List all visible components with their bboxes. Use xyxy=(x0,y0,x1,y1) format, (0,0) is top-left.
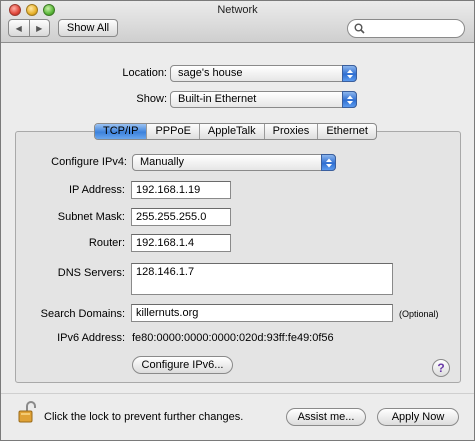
divider xyxy=(1,393,474,394)
optional-label: (Optional) xyxy=(399,309,439,319)
popup-arrows-icon xyxy=(342,65,357,82)
configure-ipv4-label: Configure IPv4: xyxy=(51,156,127,168)
location-popup[interactable]: sage's house xyxy=(170,65,357,82)
configure-ipv4-value: Manually xyxy=(140,156,185,168)
show-popup[interactable]: Built-in Ethernet xyxy=(170,91,357,108)
search-domains-field[interactable]: killernuts.org xyxy=(131,304,393,322)
back-icon[interactable]: ◀ xyxy=(9,20,29,36)
dns-servers-label: DNS Servers: xyxy=(57,267,125,279)
network-window: Network ◀ ▶ Show All Location: sage's ho… xyxy=(0,0,475,441)
ipv6-address-label: IPv6 Address: xyxy=(57,332,125,344)
tab-appletalk[interactable]: AppleTalk xyxy=(198,124,264,139)
router-field[interactable]: 192.168.1.4 xyxy=(131,234,231,252)
search-icon xyxy=(354,23,365,34)
tab-proxies[interactable]: Proxies xyxy=(263,124,318,139)
tab-bar: TCP/IP PPPoE AppleTalk Proxies Ethernet xyxy=(94,123,377,140)
assist-me-button[interactable]: Assist me... xyxy=(286,408,366,426)
ip-address-field[interactable]: 192.168.1.19 xyxy=(131,181,231,199)
apply-now-button[interactable]: Apply Now xyxy=(377,408,459,426)
location-label: Location: xyxy=(122,67,167,79)
show-all-button[interactable]: Show All xyxy=(58,19,118,37)
lock-icon[interactable] xyxy=(18,401,36,423)
popup-arrows-icon xyxy=(321,154,336,171)
tab-tcpip[interactable]: TCP/IP xyxy=(95,124,147,139)
title-bar: Network ◀ ▶ Show All xyxy=(1,1,474,43)
location-value: sage's house xyxy=(178,67,243,79)
dns-servers-field[interactable]: 128.146.1.7 xyxy=(131,263,393,295)
back-forward-control: ◀ ▶ xyxy=(8,19,50,37)
subnet-mask-field[interactable]: 255.255.255.0 xyxy=(131,208,231,226)
forward-icon[interactable]: ▶ xyxy=(28,20,50,36)
configure-ipv4-popup[interactable]: Manually xyxy=(132,154,336,171)
search-domains-label: Search Domains: xyxy=(40,308,125,320)
search-field[interactable] xyxy=(347,19,465,38)
lock-message: Click the lock to prevent further change… xyxy=(44,411,244,423)
help-button[interactable]: ? xyxy=(432,359,450,377)
popup-arrows-icon xyxy=(342,91,357,108)
subnet-mask-label: Subnet Mask: xyxy=(57,211,125,223)
router-label: Router: xyxy=(88,237,125,249)
configure-ipv6-button[interactable]: Configure IPv6... xyxy=(132,356,233,374)
tab-ethernet[interactable]: Ethernet xyxy=(317,124,376,139)
window-title: Network xyxy=(217,4,258,16)
show-label: Show: xyxy=(136,93,167,105)
tab-pppoe[interactable]: PPPoE xyxy=(146,124,198,139)
show-value: Built-in Ethernet xyxy=(178,93,257,105)
ip-address-label: IP Address: xyxy=(68,184,125,196)
ipv6-address-value: fe80:0000:0000:0000:020d:93ff:fe49:0f56 xyxy=(132,332,334,344)
